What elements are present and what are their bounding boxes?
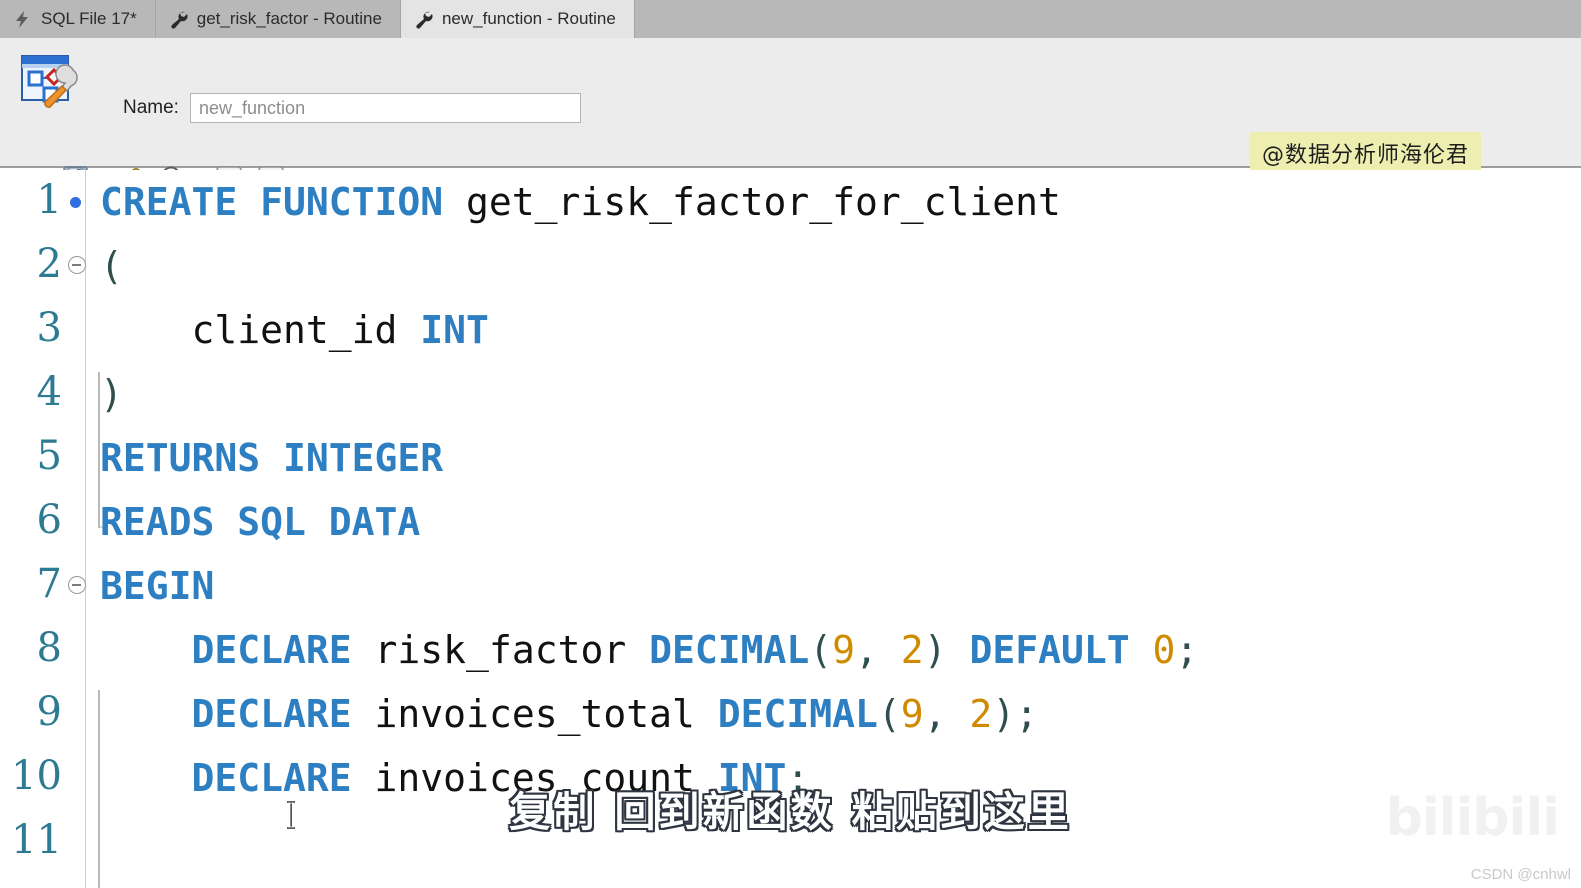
token-kw: DECLARE — [191, 628, 352, 672]
token-id: risk_factor — [351, 628, 650, 672]
token-punc: ; — [1175, 628, 1199, 672]
token-punc: ( — [877, 692, 901, 736]
token-num: 0 — [1152, 628, 1176, 672]
line-number: 2 — [36, 241, 62, 287]
line-number: 8 — [36, 625, 62, 671]
line-number: 6 — [36, 497, 62, 543]
token-id: client_id — [100, 308, 421, 352]
routine-header: Name: new_function @数据分析师海伦君 — [0, 38, 1581, 193]
code-line[interactable]: 2( — [0, 234, 1581, 298]
tab-label: new_function - Routine — [441, 9, 616, 28]
code-text: BEGIN — [100, 567, 214, 605]
line-marker-area[interactable] — [62, 490, 100, 554]
token-kw: DEFAULT — [969, 628, 1130, 672]
line-marker-area[interactable] — [62, 554, 100, 618]
text-cursor-icon — [285, 800, 297, 830]
code-line[interactable]: 5 RETURNS INTEGER — [0, 426, 1581, 490]
code-line[interactable]: 9 DECLARE invoices_total DECIMAL(9, 2); — [0, 682, 1581, 746]
code-line[interactable]: 8 DECLARE risk_factor DECIMAL(9, 2) DEFA… — [0, 618, 1581, 682]
line-number: 1 — [36, 177, 62, 223]
token-punc: ( — [100, 244, 123, 288]
line-number: 4 — [36, 369, 62, 415]
token-id: get_risk_factor_for_client — [466, 180, 1061, 224]
code-text: CREATE FUNCTION get_risk_factor_for_clie… — [100, 183, 1061, 221]
token-punc: ) — [923, 628, 970, 672]
token-punc: , — [855, 628, 901, 672]
token-kw: DECIMAL — [717, 692, 878, 736]
token-punc: , — [923, 692, 970, 736]
token-kw: DECIMAL — [649, 628, 810, 672]
code-text: DECLARE invoices_total DECIMAL(9, 2); — [100, 692, 1039, 736]
token-num: 9 — [832, 628, 856, 672]
token-punc: ( — [809, 628, 833, 672]
line-marker-area[interactable] — [62, 682, 100, 746]
token-kw: RETURNS INTEGER — [100, 436, 444, 480]
line-marker-area[interactable] — [62, 234, 100, 298]
code-line[interactable]: 1 CREATE FUNCTION get_risk_factor_for_cli… — [0, 170, 1581, 234]
code-line[interactable]: 3 client_id INT — [0, 298, 1581, 362]
line-marker-area[interactable] — [62, 298, 100, 362]
code-line[interactable]: 7 BEGIN — [0, 554, 1581, 618]
token-id — [100, 628, 192, 672]
line-marker-area[interactable] — [62, 426, 100, 490]
line-number: 9 — [36, 689, 62, 735]
token-kw: DECLARE — [191, 692, 352, 736]
token-id — [100, 692, 192, 736]
tab-1[interactable]: get_risk_factor - Routine — [155, 0, 401, 38]
code-text: client_id INT — [100, 311, 489, 349]
csdn-watermark: CSDN @cnhwl — [1470, 866, 1571, 883]
tab-label: SQL File 17* — [41, 9, 137, 28]
fold-collapse-icon[interactable] — [68, 256, 86, 274]
code-text: RETURNS INTEGER — [100, 439, 443, 477]
breakpoint-dot-icon[interactable] — [70, 197, 81, 208]
code-line[interactable]: 4) — [0, 362, 1581, 426]
token-num: 9 — [900, 692, 924, 736]
code-text: READS SQL DATA — [100, 503, 420, 541]
token-num: 2 — [900, 628, 924, 672]
line-number: 3 — [36, 305, 62, 351]
token-punc: ); — [992, 692, 1039, 736]
routine-editor-icon — [18, 50, 80, 112]
wrench-icon — [170, 10, 188, 29]
lightning-bolt-icon — [14, 10, 32, 29]
token-punc: ) — [100, 372, 123, 416]
tab-label: get_risk_factor - Routine — [196, 9, 382, 28]
code-line[interactable]: 6 READS SQL DATA — [0, 490, 1581, 554]
token-id — [1130, 628, 1153, 672]
tab-2[interactable]: new_function - Routine — [400, 0, 635, 38]
wrench-icon — [415, 10, 433, 29]
code-text: ) — [100, 375, 123, 413]
token-kw: BEGIN — [100, 564, 215, 608]
tab-bar: SQL File 17* get_risk_factor - Routine new… — [0, 0, 1581, 38]
name-input[interactable]: new_function — [190, 93, 581, 123]
tab-0[interactable]: SQL File 17* — [0, 0, 156, 38]
line-number: 5 — [36, 433, 62, 479]
line-marker-area[interactable] — [62, 170, 100, 234]
line-marker-area[interactable] — [62, 362, 100, 426]
code-text: ( — [100, 247, 123, 285]
code-lines: 1 CREATE FUNCTION get_risk_factor_for_cli… — [0, 170, 1581, 874]
token-kw: INT — [420, 308, 489, 352]
token-kw: CREATE FUNCTION — [100, 180, 467, 224]
subtitle-overlay: 复制 回到新函数 粘贴到这里 — [509, 788, 1072, 836]
token-id: invoices_total — [351, 692, 718, 736]
line-marker-area[interactable] — [62, 618, 100, 682]
code-text: DECLARE risk_factor DECIMAL(9, 2) DEFAUL… — [100, 628, 1199, 672]
line-number: 7 — [36, 561, 62, 607]
name-label: Name: — [123, 97, 179, 118]
fold-collapse-icon[interactable] — [68, 576, 86, 594]
token-kw: READS SQL DATA — [100, 500, 421, 544]
token-num: 2 — [969, 692, 993, 736]
